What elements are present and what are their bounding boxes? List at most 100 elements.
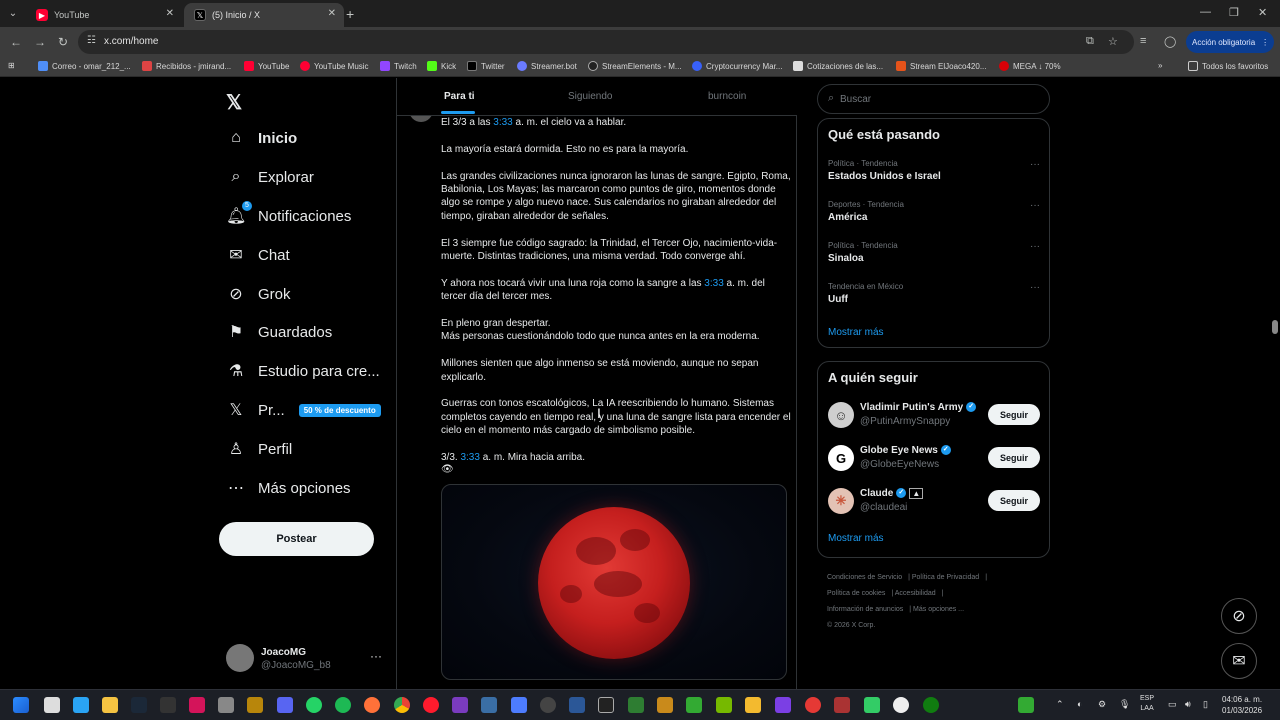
close-icon[interactable]: ✕ [166, 8, 174, 19]
footer-link[interactable]: Política de Privacidad [912, 574, 979, 581]
x-logo-icon[interactable]: 𝕏 [226, 90, 242, 115]
search-input[interactable]: ⌕ Buscar [817, 84, 1050, 114]
battery-icon[interactable]: ▯ [1203, 699, 1208, 710]
nav-item-explorar[interactable]: ⌕ Explorar [226, 162, 314, 192]
language-indicator[interactable]: ESP LAA [1140, 694, 1154, 714]
bookmark-item[interactable]: YouTube Music [300, 61, 369, 71]
firefox-icon[interactable] [364, 697, 380, 713]
app-icon[interactable] [893, 697, 909, 713]
bookmark-item[interactable]: YouTube [244, 61, 289, 71]
nav-item-notificaciones[interactable]: 🔔︎ 5 Notificaciones [226, 201, 351, 231]
show-more-link[interactable]: Mostrar más [828, 533, 884, 544]
follow-button[interactable]: Seguir [988, 447, 1040, 468]
account-switcher[interactable]: JoacoMG @JoacoMG_b8 ··· [226, 643, 386, 675]
close-icon[interactable]: ✕ [328, 8, 336, 19]
messages-fab-icon[interactable]: ✉ [1221, 643, 1257, 679]
bookmark-item[interactable]: Streamer.bot [517, 61, 577, 71]
bookmark-item[interactable]: Twitter [467, 61, 505, 71]
nav-item-guardados[interactable]: ⚑ Guardados [226, 317, 332, 347]
follow-suggestion[interactable]: ☺ Vladimir Putin's Army ✓ @PutinArmySnapp… [828, 401, 1040, 431]
reading-list-icon[interactable]: ≡ [1140, 35, 1146, 47]
all-bookmarks[interactable]: Todos los favoritos [1188, 61, 1268, 71]
bookmark-item[interactable]: Recibidos - jmirand... [142, 61, 231, 71]
chevron-right-icon[interactable]: » [1158, 61, 1162, 70]
chrome-icon[interactable] [394, 697, 410, 713]
post-image-blood-moon[interactable] [441, 484, 787, 680]
nav-item-chat[interactable]: ✉ Chat [226, 240, 289, 270]
post-button[interactable]: Postear [219, 522, 374, 556]
scrollbar-thumb[interactable] [1272, 320, 1278, 334]
trend-item[interactable]: Política · Tendencia Sinaloa ··· [828, 241, 1040, 264]
bookmark-item[interactable]: Cotizaciones de las... [793, 61, 883, 71]
app-icon[interactable] [657, 697, 673, 713]
time-link[interactable]: 3:33 [460, 452, 479, 463]
footer-link[interactable]: Información de anuncios [827, 606, 903, 613]
follow-button[interactable]: Seguir [988, 404, 1040, 425]
app-icon[interactable] [598, 697, 614, 713]
window-close-icon[interactable]: ✕ [1258, 6, 1267, 19]
bookmark-item[interactable]: StreamElements - M... [588, 61, 682, 71]
nav-item-grok[interactable]: ⊘ Grok [226, 279, 290, 309]
nav-item-premium[interactable]: 𝕏 Pr... 50 % de descuento [226, 395, 381, 425]
nvidia-icon[interactable] [716, 697, 732, 713]
more-icon[interactable]: ··· [370, 649, 382, 663]
address-bar[interactable]: ☷ x.com/home ⧉ ☆ [78, 30, 1134, 54]
follow-suggestion[interactable]: G Globe Eye News ✓ @GlobeEyeNews Seguir [828, 444, 1040, 474]
bookmark-item[interactable]: Cryptocurrency Mar... [692, 61, 782, 71]
new-tab-button[interactable]: + [346, 6, 354, 22]
microphone-icon[interactable]: 🎙︎ [1119, 699, 1130, 710]
binance-icon[interactable] [745, 697, 761, 713]
bookmark-item[interactable]: Twitch [380, 61, 417, 71]
network-icon[interactable]: ▭ [1168, 699, 1177, 710]
tab-x-home[interactable]: 𝕏 (5) Inicio / X ✕ [184, 3, 344, 27]
app-icon[interactable] [540, 697, 556, 713]
discord-icon[interactable] [277, 697, 293, 713]
tray-chevron-icon[interactable]: ⌃ [1056, 699, 1064, 710]
more-icon[interactable]: ··· [1030, 241, 1040, 252]
reload-icon[interactable]: ↻ [58, 35, 68, 49]
tab-siguiendo[interactable]: Siguiendo [568, 91, 612, 102]
more-icon[interactable]: ··· [1030, 200, 1040, 211]
tab-burncoin[interactable]: burncoin [708, 91, 746, 102]
action-required-button[interactable]: Acción obligatoria ⋮ [1186, 31, 1274, 53]
app-icon[interactable] [218, 697, 234, 713]
bookmark-item[interactable]: Correo - omar_212_... [38, 61, 131, 71]
trend-item[interactable]: Deportes · Tendencia América ··· [828, 200, 1040, 223]
app-icon[interactable] [686, 697, 702, 713]
app-icon[interactable] [864, 697, 880, 713]
epic-games-icon[interactable] [160, 697, 176, 713]
nav-item-estudio[interactable]: ⚗ Estudio para cre... [226, 356, 380, 386]
tray-app-icon[interactable]: ⚙ [1098, 699, 1106, 710]
task-view-icon[interactable] [44, 697, 60, 713]
restore-icon[interactable]: ❐ [1229, 6, 1239, 19]
install-icon[interactable]: ⧉ [1086, 35, 1094, 48]
tray-app-icon[interactable]: ◐ [1077, 699, 1082, 709]
xbox-icon[interactable] [923, 697, 939, 713]
tab-search-icon[interactable]: ⌄ [4, 5, 22, 23]
follow-suggestion[interactable]: ✳ Claude ✓ ▲ @claudeai Seguir [828, 487, 1040, 517]
app-icon[interactable] [511, 697, 527, 713]
app-icon[interactable] [1018, 697, 1034, 713]
system-clock[interactable]: 04:06 a. m. 01/03/2026 [1222, 694, 1262, 716]
app-icon[interactable] [805, 697, 821, 713]
app-icon[interactable] [628, 697, 644, 713]
app-icon[interactable] [481, 697, 497, 713]
bookmark-item[interactable]: Kick [427, 61, 456, 71]
app-icon[interactable] [775, 697, 791, 713]
volume-icon[interactable]: 🔊︎ [1185, 699, 1191, 710]
footer-link[interactable]: Accesibilidad [895, 590, 936, 597]
steam-icon[interactable] [131, 697, 147, 713]
apps-icon[interactable]: ⊞ [8, 61, 15, 70]
site-info-icon[interactable]: ☷ [87, 35, 96, 46]
app-icon[interactable] [834, 697, 850, 713]
app-icon[interactable] [189, 697, 205, 713]
trend-item[interactable]: Política · Tendencia Estados Unidos e Is… [828, 159, 1040, 182]
file-explorer-icon[interactable] [102, 697, 118, 713]
app-icon[interactable] [452, 697, 468, 713]
footer-link[interactable]: Condiciones de Servicio [827, 574, 902, 581]
opera-icon[interactable] [423, 697, 439, 713]
tab-youtube[interactable]: ▶ YouTube ✕ [26, 3, 182, 27]
more-icon[interactable]: ··· [1030, 159, 1040, 170]
start-icon[interactable] [13, 697, 29, 713]
time-link[interactable]: 3:33 [493, 117, 512, 128]
